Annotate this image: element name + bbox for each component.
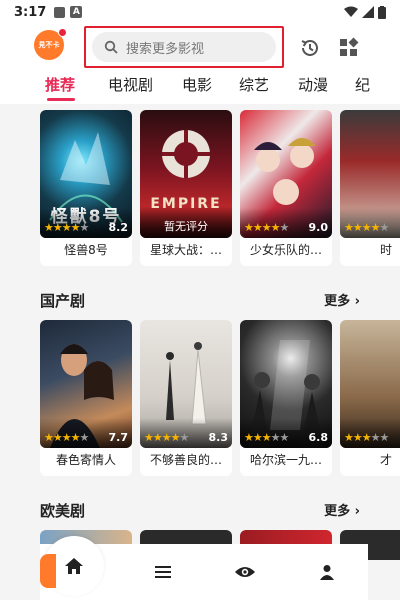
card-title: 才 (340, 446, 400, 476)
media-card[interactable]: 怪獸8号 ★★★★★ 8.2 怪兽8号 (40, 110, 132, 266)
media-card[interactable]: EMPIRE 暂无评分 星球大战：… (140, 110, 232, 266)
list-icon (155, 566, 171, 578)
signal-icon (362, 6, 374, 18)
card-title: 春色寄情人 (40, 446, 132, 476)
media-card[interactable]: ★★★★★ 8.3 不够善良的… (140, 320, 232, 476)
poster-image: ★★★★★ 7.7 (40, 320, 132, 448)
poster-image: ★★★★★ 9.0 (240, 110, 332, 238)
media-card[interactable]: ★★★★★ 时 (340, 110, 400, 266)
star-rating: ★★★★★ (144, 431, 189, 444)
poster-image: EMPIRE 暂无评分 (140, 110, 232, 238)
notification-icon (54, 6, 66, 18)
star-rating: ★★★★★ (244, 431, 289, 444)
wifi-icon (344, 6, 358, 17)
more-label: 更多 (324, 504, 351, 519)
media-card[interactable]: ★★★★★ 6.8 哈尔滨一九… (240, 320, 332, 476)
search-icon (104, 40, 118, 54)
rating-score: 6.8 (308, 431, 329, 444)
category-tabs: 推荐 电视剧 电影 综艺 动漫 纪 (0, 74, 400, 104)
poster-image: ★★★★★ 8.3 (140, 320, 232, 448)
rating-score: 8.3 (208, 431, 229, 444)
tab-variety[interactable]: 综艺 (239, 74, 269, 95)
star-rating: ★★★★★ (244, 221, 289, 234)
poster-image: 怪獸8号 ★★★★★ 8.2 (40, 110, 132, 238)
poster-image: ★★★★★ (340, 110, 400, 238)
home-button[interactable] (40, 536, 104, 596)
star-rating: ★★★★★ (344, 431, 389, 444)
section-header: 国产剧 更多 › (40, 290, 360, 312)
card-title: 哈尔滨一九… (240, 446, 332, 476)
apps-icon[interactable] (338, 37, 360, 63)
rating-score: 暂无评分 (164, 220, 208, 233)
tab-documentary[interactable]: 纪 (355, 74, 370, 95)
top-header: 見不卡 搜索更多影视 (0, 26, 400, 70)
media-card[interactable]: ★★★★★ 7.7 春色寄情人 (40, 320, 132, 476)
star-rating: ★★★★★ (344, 221, 389, 234)
card-title: 少女乐队的… (240, 236, 332, 266)
search-input[interactable]: 搜索更多影视 (92, 32, 276, 62)
poster-image: ★★★★★ 6.8 (240, 320, 332, 448)
tab-tv-series[interactable]: 电视剧 (108, 74, 153, 95)
section-title: 欧美剧 (40, 502, 86, 520)
eye-icon (235, 567, 255, 577)
status-time: 3:17 (14, 4, 47, 20)
tab-recommend[interactable]: 推荐 (45, 74, 75, 95)
tab-movies[interactable]: 电影 (182, 74, 212, 95)
card-title: 不够善良的… (140, 446, 232, 476)
media-card[interactable]: ★★★★★ 才 (340, 320, 400, 476)
rating-score: 8.2 (108, 221, 129, 234)
notification-dot (58, 28, 67, 37)
star-rating: ★★★★★ (44, 221, 89, 234)
more-link[interactable]: 更多 › (324, 500, 360, 519)
more-link[interactable]: 更多 › (324, 290, 360, 309)
content-scroll[interactable]: 怪獸8号 ★★★★★ 8.2 怪兽8号 EMPIRE 暂无评分 星球大战：… (0, 104, 400, 600)
nav-profile[interactable] (286, 544, 368, 600)
home-accent (40, 554, 56, 588)
section-title: 国产剧 (40, 292, 86, 310)
battery-icon (378, 5, 386, 19)
history-icon[interactable] (299, 37, 321, 63)
star-rating: ★★★★★ (44, 431, 89, 444)
tab-anime[interactable]: 动漫 (298, 74, 328, 95)
poster-image: ★★★★★ (340, 320, 400, 448)
search-placeholder: 搜索更多影视 (126, 41, 205, 57)
card-title: 星球大战：… (140, 236, 232, 266)
home-icon (65, 558, 83, 574)
app-screen: 3:17 A 見不卡 搜索更多影视 推荐 电视剧 电影 综艺 动漫 纪 ★★★★… (0, 0, 400, 600)
search-bar[interactable]: 搜索更多影视 (84, 26, 284, 68)
media-card[interactable]: ★★★★★ 9.0 少女乐队的… (240, 110, 332, 266)
rating-score: 9.0 (308, 221, 329, 234)
nav-list[interactable] (122, 544, 204, 600)
nav-watch[interactable] (204, 544, 286, 600)
rating-score: 7.7 (108, 431, 129, 444)
card-title: 时 (340, 236, 400, 266)
tab-indicator (47, 98, 75, 101)
more-label: 更多 (324, 294, 351, 309)
status-bar: 3:17 A (0, 0, 400, 24)
notification-a-icon: A (70, 6, 83, 18)
card-title: 怪兽8号 (40, 236, 132, 266)
section-header: 欧美剧 更多 › (40, 500, 360, 522)
profile-icon (320, 565, 334, 580)
